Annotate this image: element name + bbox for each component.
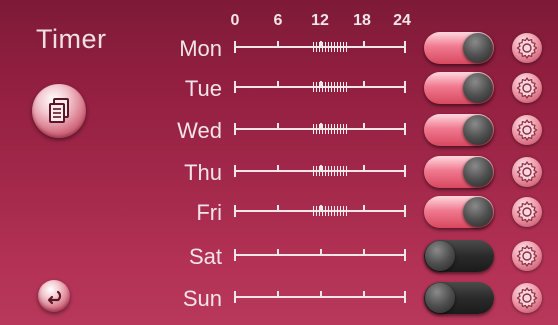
scale-label: 0 — [230, 12, 240, 29]
bar-cap-right — [404, 249, 406, 261]
bar-cap-left — [234, 291, 236, 303]
hour-mark — [363, 291, 365, 296]
settings-button[interactable] — [512, 157, 542, 187]
active-period — [313, 206, 349, 216]
toggle-knob — [425, 283, 455, 313]
day-row-wed: Wed — [0, 112, 558, 152]
day-toggle[interactable] — [424, 282, 494, 314]
active-period — [313, 124, 349, 134]
bar-cap-right — [404, 165, 406, 177]
active-period — [313, 166, 349, 176]
day-toggle[interactable] — [424, 156, 494, 188]
day-label: Sun — [182, 286, 222, 311]
bar-line — [234, 254, 406, 256]
gear-icon — [516, 245, 538, 267]
bar-cap-left — [234, 249, 236, 261]
gear-icon — [516, 287, 538, 309]
active-period — [313, 82, 349, 92]
toggle-knob — [463, 115, 493, 145]
scale-label: 6 — [273, 12, 283, 29]
day-toggle[interactable] — [424, 72, 494, 104]
scale-label: 12 — [311, 12, 329, 29]
day-label: Wed — [177, 118, 222, 143]
bar-cap-right — [404, 123, 406, 135]
bar-cap-right — [404, 205, 406, 217]
day-toggle[interactable] — [424, 32, 494, 64]
bar-cap-right — [404, 291, 406, 303]
settings-button[interactable] — [512, 73, 542, 103]
schedule-bar[interactable] — [234, 164, 406, 178]
day-label: Mon — [179, 36, 222, 61]
hour-mark — [277, 249, 279, 254]
day-label: Fri — [196, 200, 222, 225]
toggle-knob — [463, 197, 493, 227]
hour-mark — [277, 291, 279, 296]
toggle-knob — [463, 157, 493, 187]
hour-mark — [363, 81, 365, 86]
schedule-bar[interactable] — [234, 204, 406, 218]
bar-cap-left — [234, 41, 236, 53]
day-toggle[interactable] — [424, 196, 494, 228]
day-toggle[interactable] — [424, 114, 494, 146]
settings-button[interactable] — [512, 33, 542, 63]
day-row-sat: Sat — [0, 238, 558, 278]
hour-mark — [363, 123, 365, 128]
settings-button[interactable] — [512, 115, 542, 145]
gear-icon — [516, 161, 538, 183]
gear-icon — [516, 201, 538, 223]
bar-cap-right — [404, 41, 406, 53]
day-label: Tue — [184, 76, 222, 101]
day-row-fri: Fri — [0, 194, 558, 234]
hour-mark — [363, 205, 365, 210]
schedule-bar[interactable] — [234, 40, 406, 54]
schedule-bar[interactable] — [234, 248, 406, 262]
day-label: Sat — [188, 244, 222, 269]
bar-cap-left — [234, 205, 236, 217]
day-row-mon: Mon — [0, 30, 558, 70]
schedule-bar[interactable] — [234, 290, 406, 304]
toggle-knob — [463, 73, 493, 103]
hour-mark — [363, 41, 365, 46]
hour-mark — [320, 291, 322, 296]
bar-cap-left — [234, 81, 236, 93]
settings-button[interactable] — [512, 241, 542, 271]
day-toggle[interactable] — [424, 240, 494, 272]
bar-cap-left — [234, 165, 236, 177]
settings-button[interactable] — [512, 283, 542, 313]
hour-mark — [363, 249, 365, 254]
bar-line — [234, 296, 406, 298]
bar-cap-right — [404, 81, 406, 93]
hour-mark — [277, 41, 279, 46]
toggle-knob — [463, 33, 493, 63]
schedule-bar[interactable] — [234, 80, 406, 94]
gear-icon — [516, 77, 538, 99]
schedule-bar[interactable] — [234, 122, 406, 136]
day-row-sun: Sun — [0, 280, 558, 320]
hour-mark — [363, 165, 365, 170]
hour-mark — [277, 205, 279, 210]
day-row-thu: Thu — [0, 154, 558, 194]
gear-icon — [516, 37, 538, 59]
settings-button[interactable] — [512, 197, 542, 227]
hour-mark — [277, 165, 279, 170]
timer-screen: Timer 0 6 12 18 24 Mon Tue Wed Thu Fri Sat Sun — [0, 0, 558, 325]
bar-cap-left — [234, 123, 236, 135]
day-row-tue: Tue — [0, 70, 558, 110]
day-label: Thu — [184, 160, 222, 185]
scale-label: 24 — [393, 12, 411, 29]
active-period — [313, 42, 349, 52]
hour-mark — [277, 123, 279, 128]
hour-mark — [320, 249, 322, 254]
gear-icon — [516, 119, 538, 141]
hour-mark — [277, 81, 279, 86]
scale-label: 18 — [353, 12, 371, 29]
toggle-knob — [425, 241, 455, 271]
